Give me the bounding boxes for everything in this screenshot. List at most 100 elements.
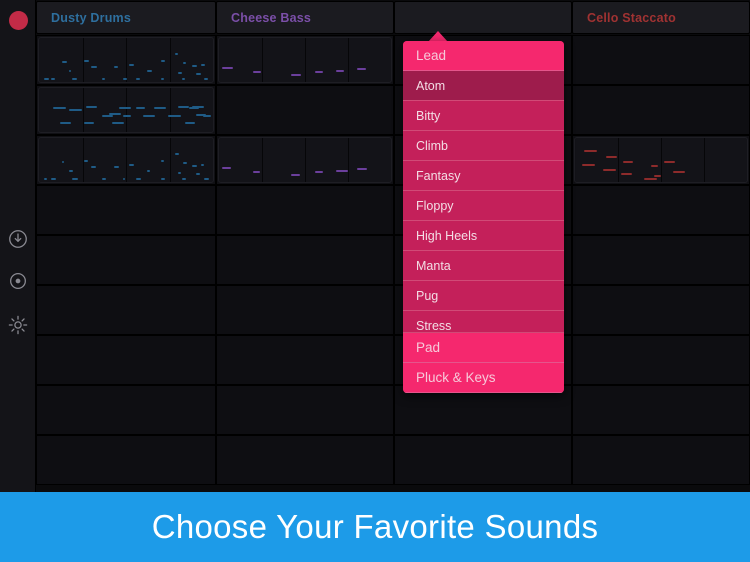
midi-clip[interactable] [38, 137, 214, 183]
midi-clip[interactable] [574, 137, 748, 183]
midi-note [69, 70, 72, 72]
midi-note [623, 161, 633, 163]
midi-note [582, 164, 595, 166]
empty-cell[interactable] [216, 185, 394, 235]
empty-cell[interactable] [216, 285, 394, 335]
midi-note [123, 115, 132, 117]
empty-cell[interactable] [216, 335, 394, 385]
dropdown-header-lead[interactable]: Lead [403, 41, 564, 71]
empty-cell[interactable] [36, 185, 216, 235]
midi-note [222, 67, 232, 69]
midi-note [72, 178, 78, 180]
empty-cell[interactable] [572, 385, 750, 435]
midi-note [192, 65, 197, 67]
midi-note [114, 166, 119, 168]
dropdown-item-floppy[interactable]: Floppy [403, 191, 564, 221]
dropdown-section-pluck-keys[interactable]: Pluck & Keys [403, 363, 564, 393]
midi-note [291, 74, 300, 76]
sound-category-dropdown[interactable]: Lead AtomBittyClimbFantasyFloppyHigh Hee… [403, 41, 564, 393]
track-header-row: Dusty Drums Cheese Bass Cello Staccato [36, 0, 750, 35]
clip-cell[interactable] [572, 135, 750, 185]
midi-note [102, 115, 113, 117]
empty-cell[interactable] [216, 85, 394, 135]
midi-clip[interactable] [218, 37, 392, 83]
midi-note [654, 175, 661, 177]
empty-cell[interactable] [36, 335, 216, 385]
midi-note [175, 153, 179, 155]
midi-note [178, 72, 182, 74]
empty-cell[interactable] [572, 85, 750, 135]
midi-note [336, 70, 344, 72]
midi-note [69, 109, 82, 111]
dropdown-item-fantasy[interactable]: Fantasy [403, 161, 564, 191]
bar-divider [170, 38, 171, 82]
empty-cell[interactable] [572, 235, 750, 285]
midi-note [84, 60, 89, 62]
empty-cell[interactable] [572, 285, 750, 335]
midi-note [315, 71, 322, 73]
clip-cell[interactable] [36, 35, 216, 85]
clip-cell[interactable] [36, 85, 216, 135]
midi-note [62, 161, 65, 163]
empty-cell[interactable] [216, 385, 394, 435]
empty-cell[interactable] [36, 235, 216, 285]
clip-cell[interactable] [216, 35, 394, 85]
midi-note [315, 171, 323, 173]
empty-cell[interactable] [394, 435, 572, 485]
midi-note [203, 115, 211, 117]
dropdown-item-atom[interactable]: Atom [403, 71, 564, 101]
midi-note [201, 64, 205, 66]
empty-cell[interactable] [36, 435, 216, 485]
midi-note [44, 78, 48, 80]
track-name-label: Dusty Drums [37, 11, 131, 25]
midi-note [621, 173, 632, 175]
dropdown-item-stress[interactable]: Stress [403, 311, 564, 333]
track-header-3[interactable] [394, 1, 572, 34]
left-toolbar [0, 0, 36, 492]
empty-cell[interactable] [36, 285, 216, 335]
dropdown-item-pug[interactable]: Pug [403, 281, 564, 311]
midi-clip[interactable] [38, 87, 214, 133]
bar-divider [126, 138, 127, 182]
track-header-1[interactable]: Dusty Drums [36, 1, 216, 34]
midi-note [102, 78, 105, 80]
clip-cell[interactable] [36, 135, 216, 185]
empty-cell[interactable] [572, 35, 750, 85]
dropdown-item-manta[interactable]: Manta [403, 251, 564, 281]
empty-cell[interactable] [572, 435, 750, 485]
empty-cell[interactable] [216, 435, 394, 485]
midi-note [129, 164, 134, 166]
midi-note [102, 178, 106, 180]
midi-note [644, 178, 657, 180]
midi-note [136, 78, 140, 80]
gear-icon[interactable] [7, 314, 29, 336]
empty-cell[interactable] [36, 385, 216, 435]
midi-note [86, 106, 97, 108]
midi-note [291, 174, 300, 176]
app-root: Dusty Drums Cheese Bass Cello Staccato Lea… [0, 0, 750, 562]
midi-note [84, 160, 88, 162]
dropdown-item-climb[interactable]: Climb [403, 131, 564, 161]
bar-divider [170, 88, 171, 132]
download-circle-icon[interactable] [7, 228, 29, 250]
dropdown-item-high-heels[interactable]: High Heels [403, 221, 564, 251]
track-header-4[interactable]: Cello Staccato [572, 1, 750, 34]
dropdown-item-bitty[interactable]: Bitty [403, 101, 564, 131]
track-name-label: Cheese Bass [217, 11, 311, 25]
track-header-2[interactable]: Cheese Bass [216, 1, 394, 34]
record-circle-icon[interactable] [7, 270, 29, 292]
arrangement-grid [36, 35, 750, 492]
midi-clip[interactable] [38, 37, 214, 83]
clip-cell[interactable] [216, 135, 394, 185]
empty-cell[interactable] [572, 335, 750, 385]
midi-note [91, 66, 97, 68]
empty-cell[interactable] [572, 185, 750, 235]
midi-note [175, 53, 178, 55]
midi-note [204, 78, 208, 80]
record-button[interactable] [9, 11, 28, 30]
midi-note [161, 160, 164, 162]
midi-clip[interactable] [218, 137, 392, 183]
dropdown-section-pad[interactable]: Pad [403, 333, 564, 363]
midi-note [136, 178, 141, 180]
empty-cell[interactable] [216, 235, 394, 285]
